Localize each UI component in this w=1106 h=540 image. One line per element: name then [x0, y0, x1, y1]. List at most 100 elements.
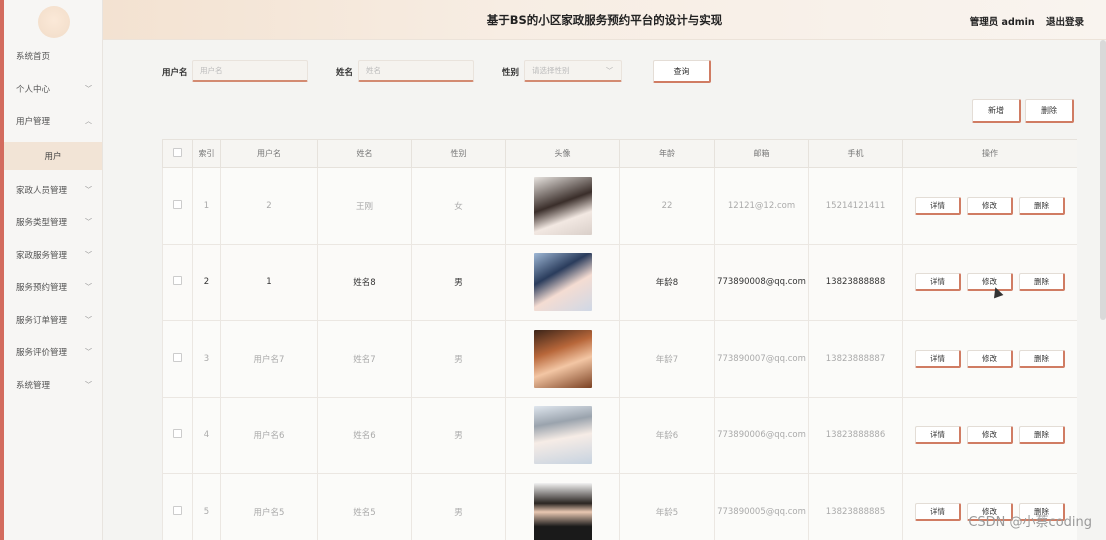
- cell-email: 12121@12.com: [714, 167, 809, 245]
- edit-button[interactable]: 修改: [967, 349, 1013, 368]
- detail-button[interactable]: 详情: [915, 426, 961, 445]
- batch-delete-button[interactable]: 删除: [1025, 99, 1074, 123]
- sidebar-item-label: 系统管理: [16, 380, 51, 391]
- cell-index: 2: [192, 243, 221, 321]
- header-gender: 性别: [411, 139, 506, 168]
- cell-gender: 男: [411, 320, 506, 398]
- name-placeholder: 姓名: [366, 66, 381, 75]
- row-checkbox-cell[interactable]: [162, 320, 193, 398]
- watermark: CSDN @小蔡coding: [968, 515, 1092, 530]
- delete-button[interactable]: 删除: [1019, 196, 1065, 215]
- cell-actions: 详情 修改 删除: [902, 243, 1077, 321]
- avatar: [533, 482, 592, 540]
- cell-name: 姓名7: [317, 320, 412, 398]
- edit-button[interactable]: 修改: [967, 196, 1013, 215]
- sidebar-item-service-type[interactable]: 服务类型管理 ﹀: [4, 206, 102, 239]
- row-checkbox-cell[interactable]: [162, 243, 193, 321]
- chevron-down-icon: ﹀: [85, 315, 92, 324]
- delete-button[interactable]: 删除: [1019, 273, 1065, 292]
- user-table: 索引 用户名 姓名 性别 头像 年龄 邮箱 手机 操作 1 2 王刚 女 22: [162, 139, 1077, 540]
- row-checkbox-cell[interactable]: [162, 167, 193, 245]
- cell-username: 用户名5: [220, 473, 318, 540]
- cell-avatar: [505, 320, 620, 398]
- cell-age: 年龄7: [619, 320, 715, 398]
- cell-phone: 13823888885: [808, 473, 903, 540]
- checkbox[interactable]: [173, 505, 182, 515]
- page-title: 基于BS的小区家政服务预约平台的设计与实现: [486, 13, 723, 27]
- cell-username: 2: [220, 167, 318, 245]
- cell-index: 5: [192, 473, 221, 540]
- cell-name: 姓名8: [317, 243, 412, 321]
- gender-select[interactable]: 请选择性别 ﹀: [524, 60, 622, 82]
- chevron-down-icon: ﹀: [85, 348, 92, 357]
- sidebar-item-home[interactable]: 系统首页: [4, 40, 102, 73]
- sidebar-item-label: 服务订单管理: [16, 315, 68, 326]
- sidebar-item-order[interactable]: 服务订单管理 ﹀: [4, 304, 102, 337]
- cell-avatar: [505, 473, 620, 540]
- cell-index: 1: [192, 167, 221, 245]
- sidebar-item-label: 用户管理: [16, 117, 51, 128]
- header-name: 姓名: [317, 139, 412, 168]
- query-button[interactable]: 查询: [653, 60, 711, 83]
- delete-button[interactable]: 删除: [1019, 349, 1065, 368]
- logout-link[interactable]: 退出登录: [1046, 17, 1084, 28]
- chevron-down-icon: ﹀: [85, 84, 92, 93]
- cell-email: 773890008@qq.com: [714, 243, 809, 321]
- delete-button[interactable]: 删除: [1019, 426, 1065, 445]
- gender-label: 性别: [502, 68, 520, 78]
- row-checkbox-cell[interactable]: [162, 396, 193, 474]
- name-input[interactable]: 姓名: [358, 60, 474, 82]
- cell-phone: 15214121411: [808, 167, 903, 245]
- sidebar-subitem-user[interactable]: 用户: [4, 141, 102, 170]
- checkbox[interactable]: [173, 429, 182, 439]
- cell-gender: 男: [411, 396, 506, 474]
- detail-button[interactable]: 详情: [915, 502, 961, 521]
- row-checkbox-cell[interactable]: [162, 473, 193, 540]
- detail-button[interactable]: 详情: [915, 349, 961, 368]
- top-bar: 基于BS的小区家政服务预约平台的设计与实现 管理员 admin 退出登录: [103, 0, 1106, 40]
- sidebar-item-service[interactable]: 家政服务管理 ﹀: [4, 239, 102, 272]
- chevron-down-icon: ﹀: [606, 66, 613, 75]
- checkbox[interactable]: [173, 352, 182, 362]
- sidebar-item-label: 服务评价管理: [16, 348, 68, 359]
- sidebar-item-personal[interactable]: 个人中心 ﹀: [4, 73, 102, 106]
- sidebar-item-review[interactable]: 服务评价管理 ﹀: [4, 336, 102, 369]
- cell-username: 用户名6: [220, 396, 318, 474]
- cell-avatar: [505, 243, 620, 321]
- cell-avatar: [505, 167, 620, 245]
- add-button[interactable]: 新增: [972, 99, 1021, 123]
- sidebar-item-user-management[interactable]: 用户管理 ︿: [4, 105, 102, 138]
- edit-button[interactable]: 修改: [967, 426, 1013, 445]
- username-input[interactable]: 用户名: [192, 60, 308, 82]
- cell-actions: 详情 修改 删除: [902, 473, 1077, 540]
- detail-button[interactable]: 详情: [915, 273, 961, 292]
- cell-age: 22: [619, 167, 715, 245]
- gender-placeholder: 请选择性别: [532, 66, 570, 75]
- table-row: 3 用户名7 姓名7 男 年龄7 773890007@qq.com 138238…: [162, 320, 1077, 398]
- sidebar-item-reservation[interactable]: 服务预约管理 ﹀: [4, 271, 102, 304]
- chevron-down-icon: ﹀: [85, 283, 92, 292]
- avatar: [533, 253, 592, 312]
- cell-avatar: [505, 396, 620, 474]
- header-avatar: 头像: [505, 139, 620, 168]
- sidebar: 系统首页 个人中心 ﹀ 用户管理 ︿ 用户 家政人员管理 ﹀ 服务类型管理 ﹀ 家政服务…: [0, 0, 103, 540]
- header-username: 用户名: [220, 139, 318, 168]
- cell-phone: 13823888888: [808, 243, 903, 321]
- cell-gender: 女: [411, 167, 506, 245]
- checkbox[interactable]: [173, 199, 182, 209]
- page-scrollbar[interactable]: [1100, 40, 1106, 320]
- cell-age: 年龄8: [619, 243, 715, 321]
- checkbox[interactable]: [173, 148, 182, 157]
- checkbox[interactable]: [173, 276, 182, 286]
- sidebar-item-housekeeper[interactable]: 家政人员管理 ﹀: [4, 174, 102, 207]
- sidebar-item-label: 服务类型管理: [16, 218, 68, 229]
- table-row: 4 用户名6 姓名6 男 年龄6 773890006@qq.com 138238…: [162, 396, 1077, 474]
- cell-index: 3: [192, 320, 221, 398]
- detail-button[interactable]: 详情: [915, 196, 961, 215]
- sidebar-item-system[interactable]: 系统管理 ﹀: [4, 369, 102, 402]
- cell-index: 4: [192, 396, 221, 474]
- cell-actions: 详情 修改 删除: [902, 396, 1077, 474]
- cell-actions: 详情 修改 删除: [902, 320, 1077, 398]
- sidebar-item-label: 家政服务管理: [16, 250, 68, 261]
- header-select-all[interactable]: [162, 139, 193, 168]
